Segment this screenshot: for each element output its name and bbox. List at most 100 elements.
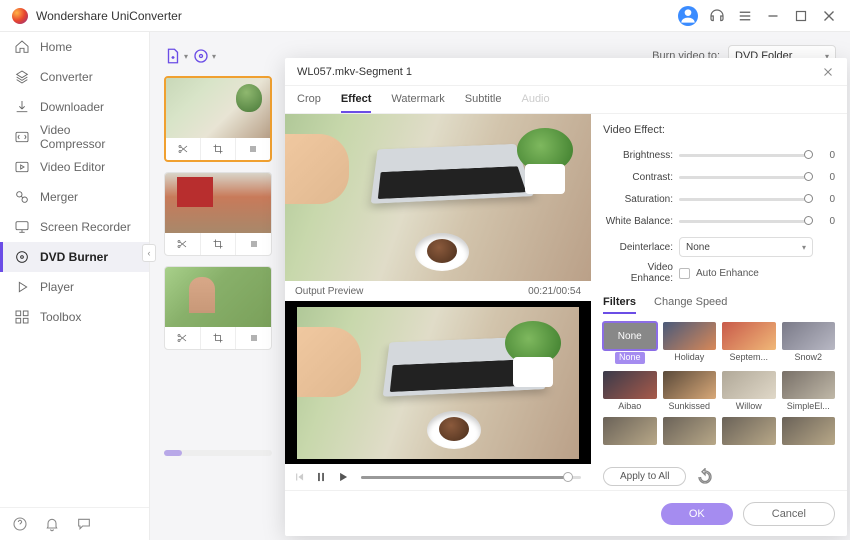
filter-label: Sunkissed — [663, 401, 717, 413]
bell-icon[interactable] — [44, 516, 60, 532]
sidebar-item-converter[interactable]: Converter — [0, 62, 149, 92]
trim-icon[interactable] — [165, 327, 201, 349]
saturation-slider[interactable] — [679, 198, 813, 201]
sidebar-icon — [14, 129, 30, 145]
sidebar-icon — [14, 309, 30, 325]
filter-none[interactable]: NoneNone — [603, 322, 657, 367]
tab-watermark[interactable]: Watermark — [391, 93, 444, 113]
crop-icon[interactable] — [201, 327, 237, 349]
account-icon[interactable] — [678, 6, 698, 26]
sidebar-item-label: Merger — [40, 190, 78, 204]
ok-button[interactable]: OK — [661, 503, 733, 525]
app-title: Wondershare UniConverter — [36, 9, 182, 23]
menu-icon[interactable] — [736, 7, 754, 25]
trim-icon[interactable] — [165, 233, 201, 255]
sidebar-item-label: Downloader — [40, 100, 104, 114]
feedback-icon[interactable] — [76, 516, 92, 532]
clip-item[interactable] — [164, 172, 272, 256]
filter-willow[interactable]: Willow — [722, 371, 776, 413]
filter-label: Aibao — [603, 401, 657, 413]
source-preview — [285, 114, 591, 281]
filter-label — [722, 447, 776, 459]
filter-label: Willow — [722, 401, 776, 413]
filter-label: Holiday — [663, 352, 717, 364]
subtab-change-speed[interactable]: Change Speed — [654, 296, 727, 314]
filter-septem[interactable]: Septem... — [722, 322, 776, 367]
sidebar-item-video-compressor[interactable]: Video Compressor — [0, 122, 149, 152]
filter-holiday[interactable]: Holiday — [663, 322, 717, 367]
filter-item-9[interactable] — [663, 417, 717, 459]
reset-filters-icon[interactable] — [696, 468, 714, 486]
whitebalance-slider[interactable] — [679, 220, 813, 223]
more-icon[interactable] — [236, 327, 271, 349]
sidebar-item-label: DVD Burner — [40, 250, 108, 264]
tab-effect[interactable]: Effect — [341, 93, 372, 113]
sidebar-item-downloader[interactable]: Downloader — [0, 92, 149, 122]
apply-to-all-button[interactable]: Apply to All — [603, 467, 686, 486]
sidebar-item-label: Video Editor — [40, 160, 105, 174]
playback-slider[interactable] — [361, 476, 581, 479]
editor-dialog: WL057.mkv-Segment 1 CropEffectWatermarkS… — [285, 58, 847, 536]
editor-close-icon[interactable] — [821, 65, 835, 79]
more-icon[interactable] — [236, 233, 271, 255]
filter-item-11[interactable] — [782, 417, 836, 459]
auto-enhance-checkbox[interactable] — [679, 268, 690, 279]
close-icon[interactable] — [820, 7, 838, 25]
timestamp: 00:21/00:54 — [528, 286, 581, 297]
sidebar-icon — [14, 69, 30, 85]
output-preview — [285, 301, 591, 464]
maximize-icon[interactable] — [792, 7, 810, 25]
subtab-filters[interactable]: Filters — [603, 296, 636, 314]
filter-item-8[interactable] — [603, 417, 657, 459]
crop-icon[interactable] — [201, 138, 236, 160]
filter-snow2[interactable]: Snow2 — [782, 322, 836, 367]
sidebar-item-label: Screen Recorder — [40, 220, 131, 234]
sidebar-item-label: Home — [40, 40, 72, 54]
sidebar-icon — [14, 99, 30, 115]
sidebar-item-label: Toolbox — [40, 310, 81, 324]
filter-label — [603, 447, 657, 459]
clip-item[interactable] — [164, 76, 272, 162]
pause-button[interactable] — [313, 469, 329, 485]
brightness-slider[interactable] — [679, 154, 813, 157]
sidebar-item-player[interactable]: Player — [0, 272, 149, 302]
sidebar-item-video-editor[interactable]: Video Editor — [0, 152, 149, 182]
crop-icon[interactable] — [201, 233, 237, 255]
tab-audio: Audio — [521, 93, 549, 113]
filter-label — [782, 447, 836, 459]
sidebar-icon — [14, 159, 30, 175]
output-preview-label: Output Preview — [295, 286, 363, 297]
sidebar-icon — [14, 189, 30, 205]
filter-item-10[interactable] — [722, 417, 776, 459]
clips-scrollbar[interactable] — [164, 450, 272, 456]
play-button[interactable] — [335, 469, 351, 485]
deinterlace-select[interactable]: None▾ — [679, 237, 813, 257]
sidebar-icon — [14, 279, 30, 295]
filter-label: Septem... — [722, 352, 776, 364]
sidebar-item-merger[interactable]: Merger — [0, 182, 149, 212]
minimize-icon[interactable] — [764, 7, 782, 25]
more-icon[interactable] — [236, 138, 270, 160]
video-effect-title: Video Effect: — [603, 124, 835, 136]
prev-frame-button[interactable] — [291, 469, 307, 485]
tab-crop[interactable]: Crop — [297, 93, 321, 113]
contrast-slider[interactable] — [679, 176, 813, 179]
sidebar-item-dvd-burner[interactable]: DVD Burner — [0, 242, 149, 272]
sidebar-icon — [14, 249, 30, 265]
sidebar-item-screen-recorder[interactable]: Screen Recorder — [0, 212, 149, 242]
filter-simpleel[interactable]: SimpleEl... — [782, 371, 836, 413]
filter-sunkissed[interactable]: Sunkissed — [663, 371, 717, 413]
help-icon[interactable] — [12, 516, 28, 532]
add-dvd-button[interactable]: ▾ — [192, 44, 216, 68]
sidebar-item-home[interactable]: Home — [0, 32, 149, 62]
trim-icon[interactable] — [166, 138, 201, 160]
tab-subtitle[interactable]: Subtitle — [465, 93, 502, 113]
cancel-button[interactable]: Cancel — [743, 502, 835, 526]
sidebar-item-label: Player — [40, 280, 74, 294]
add-file-button[interactable]: ▾ — [164, 44, 188, 68]
filter-aibao[interactable]: Aibao — [603, 371, 657, 413]
support-icon[interactable] — [708, 7, 726, 25]
clip-item[interactable] — [164, 266, 272, 350]
titlebar: Wondershare UniConverter — [0, 0, 850, 32]
sidebar-item-toolbox[interactable]: Toolbox — [0, 302, 149, 332]
